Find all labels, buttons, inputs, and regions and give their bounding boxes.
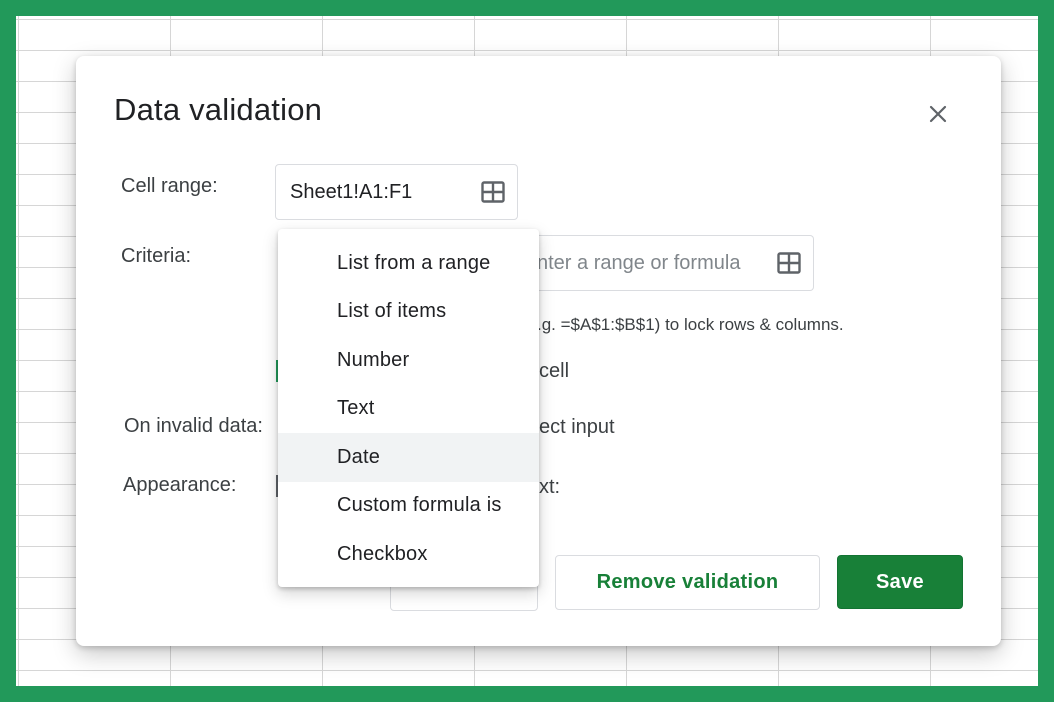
close-icon xyxy=(929,105,947,123)
criteria-range-input[interactable]: nter a range or formula xyxy=(506,235,814,291)
criteria-range-placeholder: nter a range or formula xyxy=(537,251,741,274)
dialog-title: Data validation xyxy=(114,92,323,127)
on-invalid-label: On invalid data: xyxy=(124,415,263,437)
menu-item-list-from-range[interactable]: List from a range xyxy=(278,239,539,288)
save-button[interactable]: Save xyxy=(837,555,963,609)
grid-select-icon[interactable] xyxy=(773,247,805,279)
menu-item-custom-formula[interactable]: Custom formula is xyxy=(278,482,539,531)
menu-item-checkbox[interactable]: Checkbox xyxy=(278,530,539,579)
reject-input-option[interactable]: ect input xyxy=(539,416,615,439)
criteria-hint: .g. =$A$1:$B$1) to lock rows & columns. xyxy=(537,315,844,334)
remove-validation-button[interactable]: Remove validation xyxy=(555,555,820,610)
menu-item-number[interactable]: Number xyxy=(278,336,539,385)
close-button[interactable] xyxy=(922,98,954,130)
criteria-label: Criteria: xyxy=(121,245,192,267)
cell-range-label: Cell range: xyxy=(121,175,218,197)
data-validation-dialog: Data validation Cell range: Sheet1!A1:F1… xyxy=(76,56,1001,646)
criteria-dropdown-menu: List from a range List of items Number T… xyxy=(278,229,539,587)
appearance-label: Appearance: xyxy=(123,474,237,496)
menu-item-list-of-items[interactable]: List of items xyxy=(278,288,539,337)
help-text-label: xt: xyxy=(539,476,561,498)
cell-range-value: Sheet1!A1:F1 xyxy=(290,180,413,203)
menu-item-text[interactable]: Text xyxy=(278,385,539,434)
cell-range-input[interactable]: Sheet1!A1:F1 xyxy=(275,164,518,220)
grid-select-icon[interactable] xyxy=(477,176,509,208)
menu-item-date[interactable]: Date xyxy=(278,433,539,482)
show-dropdown-label: cell xyxy=(539,360,570,382)
